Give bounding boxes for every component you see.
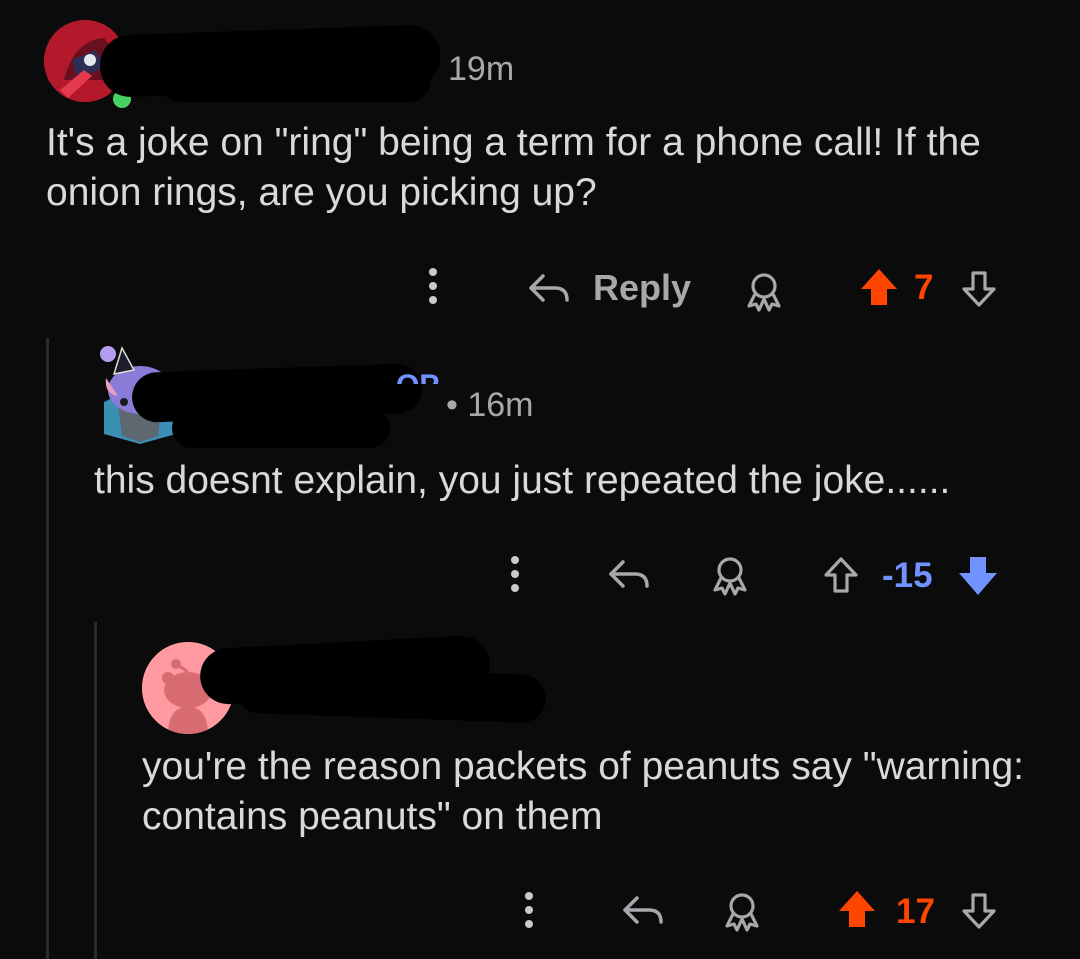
award-icon [747,273,781,312]
award-icon [713,557,747,596]
downvote-icon [959,557,997,595]
upvote-icon [861,269,897,305]
reply-label: Reply [592,267,692,308]
award-button[interactable] [740,268,788,314]
award-button[interactable] [706,552,754,598]
comment-body: you're the reason packets of peanuts say… [142,745,1024,838]
more-options-icon[interactable] [500,550,530,598]
username-redaction [172,408,390,448]
username-redaction [160,62,430,102]
username-redaction [235,664,547,724]
award-button[interactable] [718,888,766,934]
downvote-icon [962,893,996,929]
downvote-icon [962,271,996,307]
upvote-button[interactable] [834,886,880,932]
upvote-icon [824,557,858,593]
timestamp: 19m [448,50,515,88]
reply-button[interactable] [618,888,668,932]
timestamp: • 16m [446,386,534,424]
vote-score: 17 [896,892,935,931]
op-badge: OP [396,368,439,384]
upvote-icon [839,891,875,927]
more-options-icon[interactable] [514,886,544,934]
award-icon [725,893,759,932]
downvote-button[interactable] [956,888,1002,934]
reply-arrow-icon [529,274,569,302]
reply-button[interactable] [604,552,654,596]
comment-body: It's a joke on "ring" being a term for a… [46,121,981,214]
downvote-button[interactable] [954,552,1002,600]
reply-button[interactable]: Reply [524,262,694,314]
reply-arrow-icon [609,560,649,588]
vote-score: 7 [914,268,934,307]
reply-arrow-icon [623,896,663,924]
vote-score: -15 [882,556,933,595]
thread-line-level1[interactable] [46,338,49,959]
comment-body: this doesnt explain, you just repeated t… [94,459,951,502]
thread-line-level2[interactable] [94,622,97,959]
downvote-button[interactable] [956,266,1002,312]
upvote-button[interactable] [856,264,902,310]
more-options-icon[interactable] [418,262,448,310]
upvote-button[interactable] [818,552,864,598]
